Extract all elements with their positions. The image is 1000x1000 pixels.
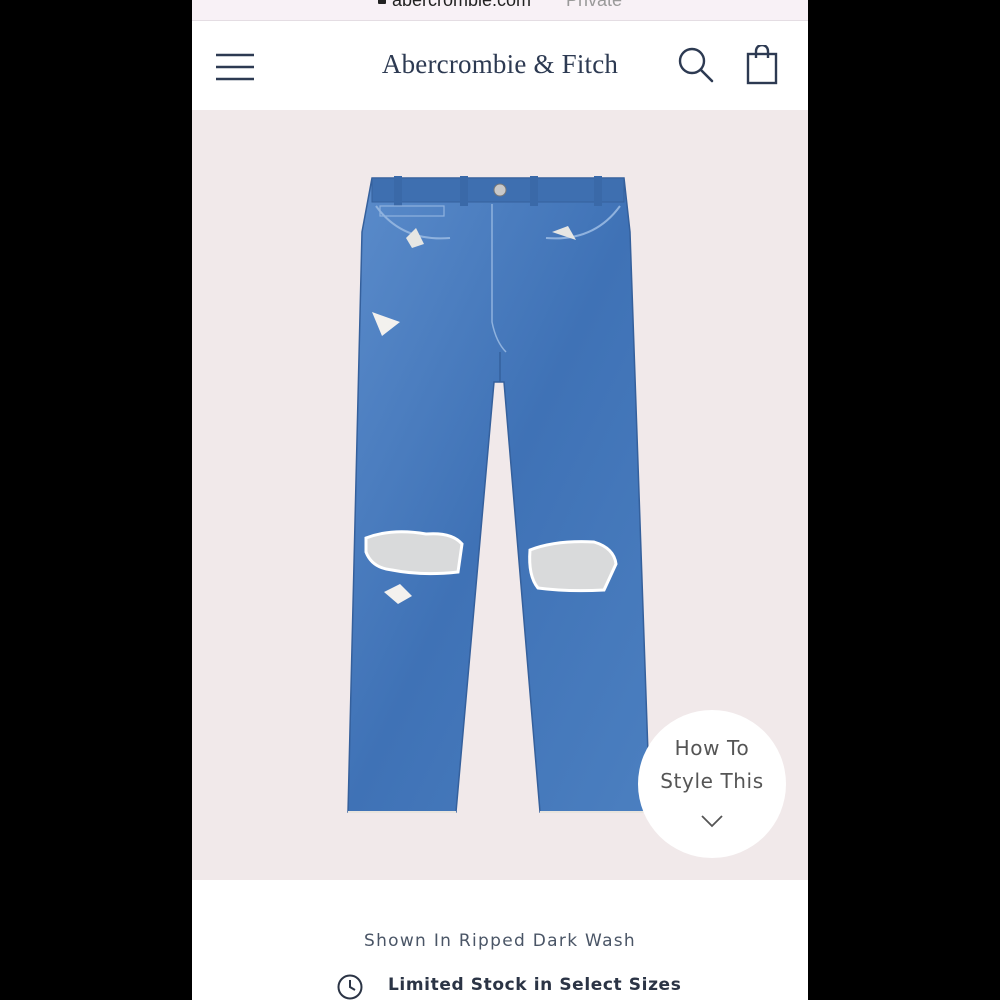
product-image-area[interactable]: How To Style This [192,110,808,880]
lock-icon [378,0,386,4]
product-info: Shown In Ripped Dark Wash Limited Stock … [192,880,808,1000]
browser-url-bar[interactable]: abercrombie.com Private [192,0,808,21]
phone-screen: abercrombie.com Private Abercrombie & Fi… [192,0,808,1000]
shopping-bag-icon[interactable] [746,45,778,85]
url-text: abercrombie.com [392,0,532,10]
shown-in-color: Shown In Ripped Dark Wash [363,931,637,951]
clock-icon [337,974,363,1000]
search-icon[interactable] [678,47,714,83]
site-header: Abercrombie & Fitch [192,21,808,110]
brand-logo[interactable]: Abercrombie & Fitch [192,49,808,80]
chevron-down-icon [701,815,723,828]
style-button-line2: Style This [660,769,764,793]
how-to-style-button[interactable]: How To Style This [638,710,786,858]
private-mode-label: Private [566,0,623,10]
stock-status-text: Limited Stock in Select Sizes [388,975,682,995]
product-image [347,176,651,813]
style-button-line1: How To [674,736,750,760]
